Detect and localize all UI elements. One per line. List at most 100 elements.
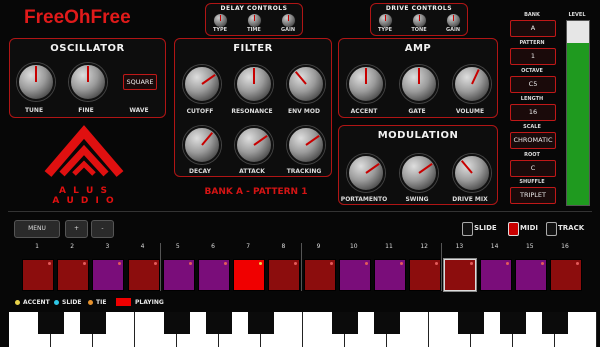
length-button[interactable]: 16 xyxy=(510,104,556,121)
step-button[interactable] xyxy=(57,259,90,291)
volume-knob[interactable] xyxy=(453,65,491,103)
env-mod-label: ENV MOD xyxy=(288,108,320,115)
amp-title: AMP xyxy=(404,43,432,54)
beat-divider xyxy=(159,243,161,291)
step-flag-dot xyxy=(576,262,579,265)
gate-label: GATE xyxy=(408,108,426,115)
filter-panel: FILTER CUTOFF RESONANCE ENV MOD DECAY AT… xyxy=(174,38,332,177)
attack-knob[interactable] xyxy=(235,126,273,164)
step-flag-dot xyxy=(400,262,403,265)
tracking-label: TRACKING xyxy=(286,168,322,175)
legend-accent: ACCENT xyxy=(23,299,50,306)
accent-knob[interactable] xyxy=(347,65,385,103)
drive-gain-knob[interactable] xyxy=(446,13,461,28)
step-button[interactable] xyxy=(444,259,477,291)
piano-black-key[interactable] xyxy=(542,312,568,334)
piano-black-key[interactable] xyxy=(206,312,232,334)
octave-button[interactable]: C5 xyxy=(510,76,556,93)
env-mod-knob[interactable] xyxy=(287,65,325,103)
level-label: LEVEL xyxy=(568,12,586,18)
piano-black-key[interactable] xyxy=(332,312,358,334)
step-button[interactable] xyxy=(162,259,195,291)
step-button[interactable] xyxy=(92,259,125,291)
beat-divider xyxy=(300,243,302,291)
drive-controls-title: DRIVE CONTROLS xyxy=(385,5,453,12)
delay-time-knob[interactable] xyxy=(247,13,262,28)
fine-knob[interactable] xyxy=(69,63,107,101)
step-button[interactable] xyxy=(127,259,160,291)
step-button[interactable] xyxy=(550,259,582,291)
alus-audio-logo: A L U S A U D I O xyxy=(38,124,130,206)
cutoff-label: CUTOFF xyxy=(186,108,214,115)
step-flag-dot xyxy=(118,262,122,265)
midi-checkbox[interactable] xyxy=(508,222,519,236)
app-title: FreeOhFree xyxy=(24,7,131,28)
step-button[interactable] xyxy=(409,259,442,291)
slide-mode-label: SLIDE xyxy=(474,224,497,232)
pattern-button[interactable]: 1 xyxy=(510,48,556,65)
step-flag-dot xyxy=(188,262,192,265)
resonance-knob[interactable] xyxy=(235,65,273,103)
step-button[interactable] xyxy=(268,259,301,291)
root-button[interactable]: C xyxy=(510,160,556,177)
attack-label: ATTACK xyxy=(239,168,265,175)
step-button[interactable] xyxy=(479,259,512,291)
gate-knob[interactable] xyxy=(400,65,438,103)
step-flag-dot xyxy=(540,262,544,265)
drive-type-knob[interactable] xyxy=(378,13,393,28)
piano-black-key[interactable] xyxy=(374,312,400,334)
step-button[interactable] xyxy=(303,259,336,291)
shuffle-label: SHUFFLE xyxy=(519,179,545,185)
step-number: 5 xyxy=(175,243,180,250)
step-number: 7 xyxy=(246,243,251,250)
portamento-label: PORTAMENTO xyxy=(340,196,388,203)
menu-button[interactable]: MENU xyxy=(14,220,60,238)
oscillator-title: OSCILLATOR xyxy=(50,43,125,54)
wave-select-button[interactable]: SQUARE xyxy=(123,74,157,90)
step-number: 12 xyxy=(420,243,428,250)
piano-keyboard xyxy=(9,312,597,347)
piano-black-key[interactable] xyxy=(500,312,526,334)
piano-black-key[interactable] xyxy=(38,312,64,334)
swing-knob[interactable] xyxy=(400,154,438,192)
cutoff-knob[interactable] xyxy=(183,65,221,103)
legend-playing: PLAYING xyxy=(135,299,164,306)
tune-knob[interactable] xyxy=(17,63,55,101)
step-button[interactable] xyxy=(338,259,371,291)
step-button[interactable] xyxy=(374,259,406,291)
bank-button[interactable]: A xyxy=(510,20,556,37)
delay-controls-panel: DELAY CONTROLS TYPE TIME GAIN xyxy=(205,3,303,36)
accent-dot-icon xyxy=(15,300,20,305)
piano-black-key[interactable] xyxy=(248,312,274,334)
slide-checkbox[interactable] xyxy=(462,222,473,236)
delay-type-knob[interactable] xyxy=(213,13,228,28)
minus-button[interactable]: - xyxy=(91,220,114,238)
shuffle-button[interactable]: TRIPLET xyxy=(510,187,556,204)
portamento-knob[interactable] xyxy=(347,154,385,192)
drive-gain-label: GAIN xyxy=(445,27,461,33)
drive-tone-knob[interactable] xyxy=(412,13,427,28)
drive-mix-knob[interactable] xyxy=(453,154,491,192)
step-button[interactable] xyxy=(198,259,230,291)
piano-black-key[interactable] xyxy=(458,312,484,334)
decay-knob[interactable] xyxy=(183,126,221,164)
piano-black-key[interactable] xyxy=(80,312,106,334)
track-checkbox[interactable] xyxy=(546,222,557,236)
step-flag-dot xyxy=(294,262,298,265)
bank-pattern-display: BANK A - PATTERN 1 xyxy=(204,187,308,197)
step-button[interactable] xyxy=(233,259,266,291)
piano-black-key[interactable] xyxy=(164,312,190,334)
step-button[interactable] xyxy=(514,259,547,291)
track-mode-label: TRACK xyxy=(558,224,585,232)
step-flag-dot xyxy=(153,262,157,265)
step-flag-dot xyxy=(435,262,439,265)
delay-gain-knob[interactable] xyxy=(281,13,296,28)
midi-mode-label: MIDI xyxy=(520,224,538,232)
tracking-knob[interactable] xyxy=(287,126,325,164)
step-button[interactable] xyxy=(22,259,54,291)
octave-label: OCTAVE xyxy=(521,68,543,74)
tune-label: TUNE xyxy=(24,107,44,114)
scale-button[interactable]: CHROMATIC xyxy=(510,132,556,149)
swing-label: SWING xyxy=(405,196,429,203)
plus-button[interactable]: + xyxy=(65,220,88,238)
